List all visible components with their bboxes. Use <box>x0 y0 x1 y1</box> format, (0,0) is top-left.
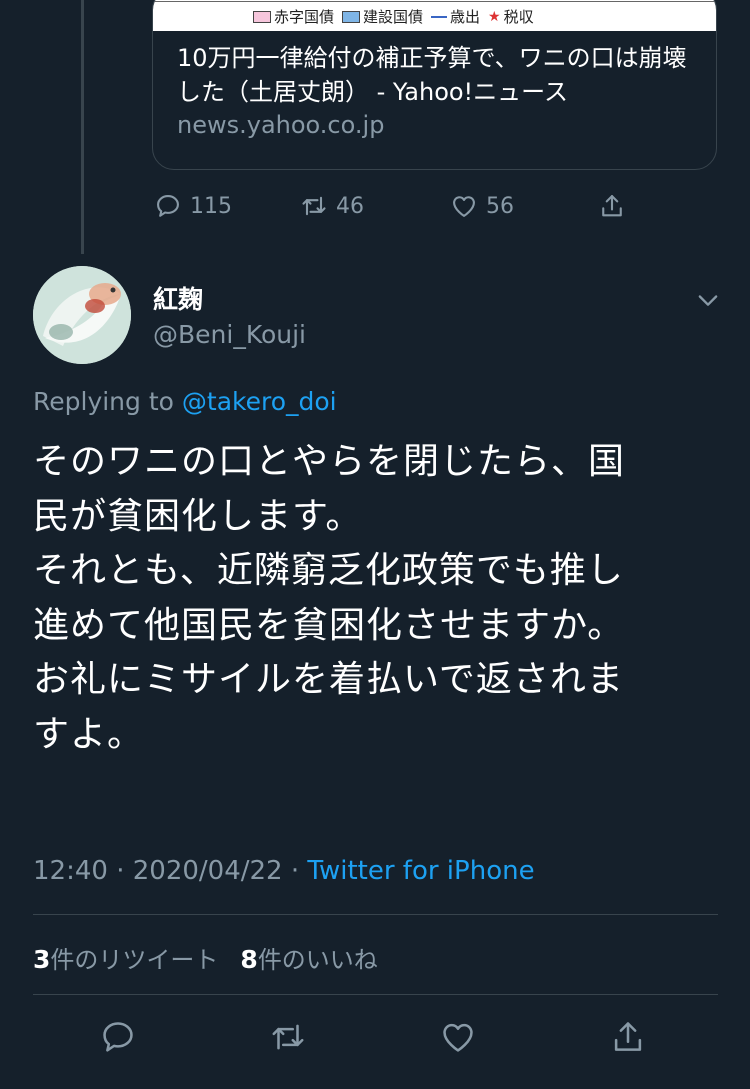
avatar[interactable] <box>33 266 131 364</box>
like-count: 56 <box>486 193 514 219</box>
heart-icon[interactable] <box>439 1018 477 1056</box>
retweet-icon[interactable] <box>269 1018 307 1056</box>
parent-tweet-actions: 115 46 56 <box>150 186 650 226</box>
tweet-text-line: それとも、近隣窮乏化政策でも推し <box>33 550 624 591</box>
replying-mention-link[interactable]: @takero_doi <box>182 387 337 416</box>
link-preview-card[interactable]: 赤字国債 建設国債 歳出 ★ 税収 10万円一律給付の補正予算で、ワニの口は崩壊し… <box>152 0 717 170</box>
retweets-stat[interactable]: 3件のリツイート <box>33 945 219 974</box>
link-preview-image: 赤字国債 建設国債 歳出 ★ 税収 <box>153 0 716 31</box>
retweet-button[interactable]: 46 <box>300 192 364 220</box>
divider <box>33 914 718 915</box>
share-icon <box>602 195 622 217</box>
share-button[interactable] <box>598 192 626 220</box>
author-name[interactable]: 紅麹 <box>153 280 203 316</box>
tweet-text-line: 民が貧困化します。 <box>33 495 363 537</box>
share-icon[interactable] <box>609 1018 647 1056</box>
divider <box>33 994 718 995</box>
tweet-text-line: そのワニの口とやらを閉じたら、国 <box>33 441 626 482</box>
thread-connector-line <box>81 0 84 254</box>
link-preview-title: 10万円一律給付の補正予算で、ワニの口は崩壊した（土居丈朗） - Yahoo!ニ… <box>177 44 687 106</box>
likes-stat[interactable]: 8件のいいね <box>240 945 378 974</box>
replying-to: Replying to @takero_doi <box>33 387 337 416</box>
reply-count: 115 <box>190 193 232 219</box>
chevron-down-icon[interactable] <box>694 286 722 314</box>
tweet-text: そのワニの口とやらを閉じたら、国 民が貧困化します。 それとも、近隣窮乏化政策で… <box>33 435 723 762</box>
tweet-date[interactable]: 2020/04/22 <box>133 856 283 886</box>
heart-icon <box>453 196 475 217</box>
reply-icon <box>157 195 179 217</box>
tweet-stats: 3件のリツイート 8件のいいね <box>33 940 378 975</box>
tweet-actions <box>0 1018 750 1062</box>
koi-fish-avatar-icon <box>33 266 131 364</box>
tweet-time[interactable]: 12:40 <box>33 856 108 886</box>
legend-item: 建設国債 <box>363 8 424 26</box>
tweet-text-line: すよ。 <box>33 713 145 755</box>
meta-separator: · <box>290 856 300 886</box>
tweet-meta: 12:40 · 2020/04/22 · Twitter for iPhone <box>33 856 535 886</box>
meta-separator: · <box>116 856 125 886</box>
star-icon: ★ <box>488 8 501 25</box>
like-button[interactable]: 56 <box>450 192 514 220</box>
reply-icon[interactable] <box>99 1018 137 1056</box>
tweet-source-link[interactable]: Twitter for iPhone <box>307 856 534 886</box>
retweets-label: 件のリツイート <box>50 946 219 974</box>
likes-label: 件のいいね <box>257 946 378 974</box>
likes-count: 8 <box>240 945 258 974</box>
legend-item: 歳出 <box>450 8 481 26</box>
link-preview-domain: news.yahoo.co.jp <box>177 111 385 139</box>
tweet-text-line: 進めて他国民を貧困化させますか。 <box>33 604 625 646</box>
replying-label: Replying to <box>33 387 174 416</box>
retweet-icon <box>302 196 326 216</box>
retweet-count: 46 <box>336 193 364 219</box>
legend-item: 税収 <box>503 8 534 26</box>
retweets-count: 3 <box>33 945 51 974</box>
tweet-text-line: お礼にミサイルを着払いで返されま <box>33 659 624 700</box>
reply-button[interactable]: 115 <box>154 192 232 220</box>
chart-legend: 赤字国債 建設国債 歳出 ★ 税収 <box>253 6 534 27</box>
legend-item: 赤字国債 <box>274 8 335 26</box>
author-handle[interactable]: @Beni_Kouji <box>153 320 306 349</box>
